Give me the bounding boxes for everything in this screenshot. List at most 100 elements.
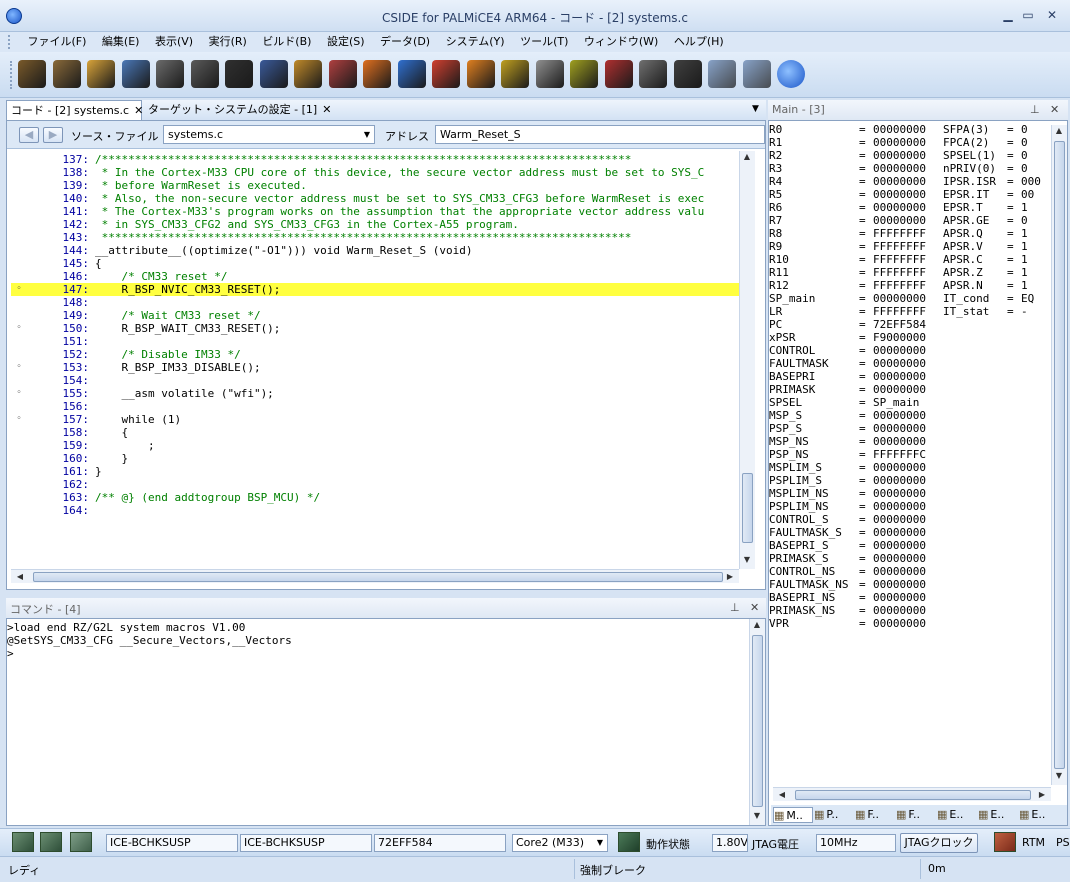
register-value[interactable]: 00000000	[873, 500, 926, 513]
register-value[interactable]: 00000000	[873, 149, 926, 162]
scroll-right-icon[interactable]: ▶	[1035, 790, 1049, 799]
address-input[interactable]: Warm_Reset_S	[435, 125, 765, 144]
register-value[interactable]: FFFFFFFF	[873, 227, 926, 240]
run-icon[interactable]	[466, 60, 495, 88]
trace-icon[interactable]	[570, 60, 598, 88]
code-line[interactable]: 142: * in SYS_CM33_CFG2 and SYS_CM33_CFG…	[11, 218, 739, 231]
open-project-icon[interactable]	[18, 60, 46, 88]
flag-value[interactable]: 0	[1021, 136, 1028, 149]
code-line[interactable]: 160: }	[11, 452, 739, 465]
scroll-thumb[interactable]	[1054, 141, 1065, 769]
register-value[interactable]: 72EFF584	[873, 318, 926, 331]
register-value[interactable]: FFFFFFFF	[873, 279, 926, 292]
register-list[interactable]: R0 = 00000000 R1 = 00000000 R2 = 00000000 R3 = 0000…	[769, 123, 1049, 783]
forward-arrow-icon[interactable]: ▶	[43, 127, 63, 143]
help-icon[interactable]	[673, 60, 702, 88]
register-tab[interactable]: ▦ M..	[773, 807, 813, 823]
register-value[interactable]: SP_main	[873, 396, 919, 409]
scroll-down-icon[interactable]: ▼	[1052, 771, 1066, 780]
menu-tools[interactable]: ツール(T)	[514, 32, 574, 52]
jtag-clock-button[interactable]: JTAGクロック	[900, 833, 978, 853]
register-vertical-scrollbar[interactable]: ▲ ▼	[1051, 125, 1067, 785]
folder-icon[interactable]	[87, 60, 115, 88]
code-line[interactable]: 146: /* CM33 reset */	[11, 270, 739, 283]
flag-value[interactable]: 00	[1021, 188, 1034, 201]
code-line[interactable]: 162:	[11, 478, 739, 491]
code-horizontal-scrollbar[interactable]: ◀ ▶	[11, 569, 739, 583]
flag-value[interactable]: 000	[1021, 175, 1041, 188]
code-line[interactable]: 143: ***********************************…	[11, 231, 739, 244]
register-value[interactable]: F9000000	[873, 331, 926, 344]
register-tab[interactable]: ▦ F..	[896, 807, 936, 823]
code-line[interactable]: 145: {	[11, 257, 739, 270]
rtm-icon[interactable]	[994, 832, 1016, 852]
register-value[interactable]: FFFFFFFF	[873, 253, 926, 266]
flag-value[interactable]: EQ	[1021, 292, 1034, 305]
menu-run[interactable]: 実行(R)	[203, 32, 253, 52]
menu-help[interactable]: ヘルプ(H)	[668, 32, 730, 52]
register-value[interactable]: 00000000	[873, 578, 926, 591]
scroll-thumb[interactable]	[33, 572, 723, 582]
menu-grip[interactable]	[8, 35, 14, 49]
code-line[interactable]: 161:}	[11, 465, 739, 478]
menu-build[interactable]: ビルド(B)	[256, 32, 317, 52]
register-value[interactable]: 00000000	[873, 136, 926, 149]
register-value[interactable]: 00000000	[873, 383, 926, 396]
cloud-icon[interactable]	[708, 60, 736, 88]
register-value[interactable]: FFFFFFFF	[873, 305, 926, 318]
break-icon[interactable]	[535, 60, 564, 88]
code-line[interactable]: ◦ 150: R_BSP_WAIT_CM33_RESET();	[11, 322, 739, 335]
register-value[interactable]: 00000000	[873, 591, 926, 604]
code-line[interactable]: 141: * The Cortex-M33's program works on…	[11, 205, 739, 218]
register-value[interactable]: 00000000	[873, 175, 926, 188]
code-line[interactable]: 144: __attribute__((optimize("-O1"))) voi…	[11, 244, 739, 257]
scroll-thumb[interactable]	[752, 635, 763, 807]
memory-icon[interactable]	[156, 60, 184, 88]
menu-window[interactable]: ウィンドウ(W)	[578, 32, 664, 52]
toolbar-grip[interactable]	[10, 61, 14, 89]
register-tab[interactable]: ▦ E..	[1019, 807, 1059, 823]
code-line[interactable]: 164:	[11, 504, 739, 517]
flag-value[interactable]: 0	[1021, 123, 1028, 136]
flag-value[interactable]: 1	[1021, 279, 1028, 292]
tab-list-chevron-icon[interactable]: ▼	[752, 104, 759, 114]
scroll-up-icon[interactable]: ▲	[750, 620, 764, 629]
refresh-icon[interactable]	[777, 60, 805, 88]
step-icon[interactable]	[397, 60, 426, 88]
register-tab[interactable]: ▦ E..	[978, 807, 1018, 823]
register-value[interactable]: 00000000	[873, 604, 926, 617]
command-output[interactable]: >load end RZ/G2L system macros V1.00 @Set…	[7, 621, 747, 660]
register-value[interactable]: 00000000	[873, 292, 926, 305]
code-line[interactable]: 154:	[11, 374, 739, 387]
register-value[interactable]: FFFFFFFF	[873, 240, 926, 253]
flag-value[interactable]: 1	[1021, 201, 1028, 214]
open-folder-icon[interactable]	[52, 60, 81, 88]
scroll-right-icon[interactable]: ▶	[723, 572, 737, 581]
code-line[interactable]: 159: ;	[11, 439, 739, 452]
upload-icon[interactable]	[328, 60, 357, 88]
close-icon[interactable]: ✕	[1050, 103, 1059, 116]
terminal-icon[interactable]	[225, 60, 253, 88]
menu-data[interactable]: データ(D)	[374, 32, 436, 52]
ice-icon[interactable]	[70, 832, 92, 852]
code-line[interactable]: 138: * In the Cortex-M33 CPU core of thi…	[11, 166, 739, 179]
register-tab[interactable]: ▦ E..	[937, 807, 977, 823]
reset-icon[interactable]	[363, 60, 391, 88]
scroll-down-icon[interactable]: ▼	[740, 555, 754, 564]
ice-icon[interactable]	[12, 832, 34, 852]
flash-icon[interactable]	[604, 60, 633, 88]
ice-icon[interactable]	[40, 832, 62, 852]
scroll-down-icon[interactable]: ▼	[750, 811, 764, 820]
scroll-left-icon[interactable]: ◀	[13, 572, 27, 581]
register-value[interactable]: 00000000	[873, 474, 926, 487]
register-horizontal-scrollbar[interactable]: ◀ ▶	[773, 787, 1051, 801]
close-icon[interactable]: ✕	[750, 601, 759, 614]
scroll-thumb[interactable]	[742, 473, 753, 543]
register-value[interactable]: 00000000	[873, 487, 926, 500]
core-select[interactable]: Core2 (M33) ▼	[512, 834, 608, 852]
code-line[interactable]: 163: /** @} (end addtogroup BSP_MCU) */	[11, 491, 739, 504]
register-value[interactable]: 00000000	[873, 539, 926, 552]
back-arrow-icon[interactable]: ◀	[19, 127, 39, 143]
code-line[interactable]: ◦ 153: R_BSP_IM33_DISABLE();	[11, 361, 739, 374]
code-line[interactable]: 156:	[11, 400, 739, 413]
